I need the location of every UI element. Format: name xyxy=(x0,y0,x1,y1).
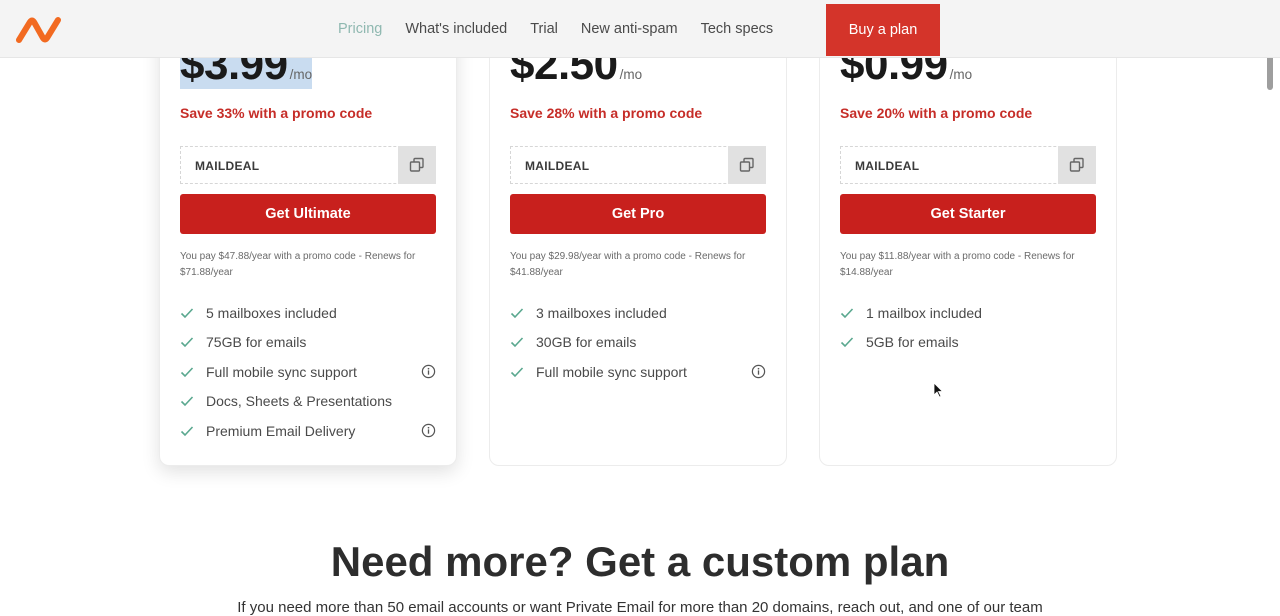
custom-plan-heading: Need more? Get a custom plan xyxy=(330,538,950,585)
copy-icon xyxy=(739,157,754,172)
feature-item: Full mobile sync support xyxy=(180,357,436,387)
nav-link-pricing[interactable]: Pricing xyxy=(338,21,382,37)
check-icon xyxy=(180,308,194,318)
feature-label: 5 mailboxes included xyxy=(206,304,337,321)
feature-label: Full mobile sync support xyxy=(206,363,357,380)
price-period: /mo xyxy=(289,67,313,82)
billing-fine-print: You pay $47.88/year with a promo code - … xyxy=(180,251,416,278)
copy-promo-button[interactable] xyxy=(728,146,766,184)
feature-label: 5GB for emails xyxy=(866,334,959,351)
check-icon xyxy=(840,308,854,318)
check-icon xyxy=(180,396,194,407)
check-icon xyxy=(180,367,194,377)
billing-fine-print: You pay $11.88/year with a promo code - … xyxy=(840,251,1075,278)
copy-icon xyxy=(1069,157,1084,172)
copy-icon xyxy=(409,157,424,172)
info-icon[interactable] xyxy=(421,364,436,379)
copy-promo-button[interactable] xyxy=(398,146,436,184)
top-nav-bar: Pricing What's included Trial New anti-s… xyxy=(0,0,1280,58)
feature-item: Docs, Sheets & Presentations xyxy=(180,387,436,417)
get-pro-button[interactable]: Get Pro xyxy=(510,194,766,234)
check-icon xyxy=(510,367,524,377)
check-icon xyxy=(510,337,524,348)
feature-label: 1 mailbox included xyxy=(866,304,982,321)
promo-code-box: MAILDEAL xyxy=(180,146,436,184)
buy-a-plan-button[interactable]: Buy a plan xyxy=(826,4,940,56)
feature-item: 5GB for emails xyxy=(840,328,1096,358)
section-nav: Pricing What's included Trial New anti-s… xyxy=(338,0,796,58)
feature-list: 3 mailboxes included 30GB for emails Ful… xyxy=(510,298,766,387)
feature-item: Premium Email Delivery xyxy=(180,416,436,446)
feature-list: 1 mailbox included 5GB for emails xyxy=(840,298,1096,357)
check-icon xyxy=(510,308,524,318)
promo-code[interactable]: MAILDEAL xyxy=(525,159,589,173)
nav-link-whats-included[interactable]: What's included xyxy=(405,21,507,37)
price-period: /mo xyxy=(619,67,643,82)
feature-list: 5 mailboxes included 75GB for emails Ful… xyxy=(180,298,436,446)
feature-label: 3 mailboxes included xyxy=(536,304,667,321)
nav-link-trial[interactable]: Trial xyxy=(530,21,558,37)
feature-item: 30GB for emails xyxy=(510,328,766,358)
feature-item: 75GB for emails xyxy=(180,328,436,358)
feature-item: 3 mailboxes included xyxy=(510,298,766,328)
check-icon xyxy=(180,426,194,436)
price-period: /mo xyxy=(949,67,973,82)
nav-link-anti-spam[interactable]: New anti-spam xyxy=(581,21,678,37)
mouse-pointer-icon xyxy=(933,382,944,398)
custom-plan-description: If you need more than 50 email accounts … xyxy=(237,599,1043,616)
promo-savings-text: Save 28% with a promo code xyxy=(510,105,703,121)
promo-code[interactable]: MAILDEAL xyxy=(195,159,259,173)
feature-item: Full mobile sync support xyxy=(510,357,766,387)
feature-label: Docs, Sheets & Presentations xyxy=(206,393,392,410)
feature-label: 75GB for emails xyxy=(206,334,307,351)
namecheap-logo-icon[interactable] xyxy=(16,16,62,44)
feature-item: 1 mailbox included xyxy=(840,298,1096,328)
feature-label: 30GB for emails xyxy=(536,334,637,351)
feature-item: 5 mailboxes included xyxy=(180,298,436,328)
get-ultimate-button[interactable]: Get Ultimate xyxy=(180,194,436,234)
feature-label: Premium Email Delivery xyxy=(206,422,356,439)
promo-savings-text: Save 20% with a promo code xyxy=(840,105,1033,121)
plan-card-ultimate: $3.99 /mo Save 33% with a promo code MAI… xyxy=(159,20,457,466)
page-scrollbar[interactable] xyxy=(1266,46,1274,616)
nav-link-tech-specs[interactable]: Tech specs xyxy=(701,21,774,37)
promo-code-box: MAILDEAL xyxy=(840,146,1096,184)
promo-code-box: MAILDEAL xyxy=(510,146,766,184)
info-icon[interactable] xyxy=(421,423,436,438)
promo-savings-text: Save 33% with a promo code xyxy=(180,105,373,121)
plan-card-starter: $0.99 /mo Save 20% with a promo code MAI… xyxy=(819,20,1117,466)
billing-fine-print: You pay $29.98/year with a promo code - … xyxy=(510,251,746,278)
info-icon[interactable] xyxy=(751,364,766,379)
promo-code[interactable]: MAILDEAL xyxy=(855,159,919,173)
get-starter-button[interactable]: Get Starter xyxy=(840,194,1096,234)
check-icon xyxy=(840,337,854,348)
plan-card-pro: $2.50 /mo Save 28% with a promo code MAI… xyxy=(489,20,787,466)
check-icon xyxy=(180,337,194,348)
copy-promo-button[interactable] xyxy=(1058,146,1096,184)
feature-label: Full mobile sync support xyxy=(536,363,687,380)
